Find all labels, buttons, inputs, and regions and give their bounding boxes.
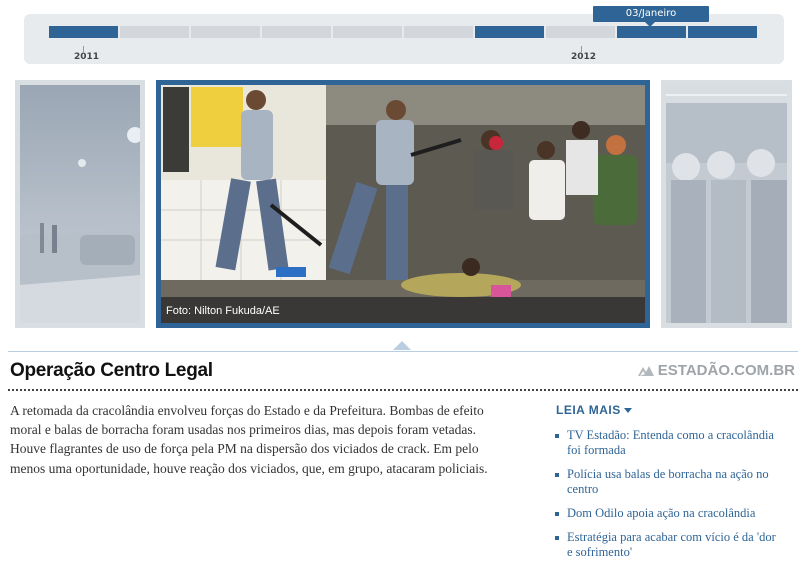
leia-mais-heading[interactable]: LEIA MAIS	[556, 403, 632, 417]
timeline-segment[interactable]	[333, 26, 402, 38]
bullet-icon	[555, 512, 559, 516]
timeline-year-2011: 2011	[74, 52, 100, 62]
brand-logo[interactable]: ESTADÃO.COM.BR	[637, 362, 795, 379]
bullet-icon	[555, 536, 559, 540]
related-link-text[interactable]: Polícia usa balas de borracha na ação no…	[567, 467, 769, 496]
related-link[interactable]: Estratégia para acabar com vício é da 'd…	[555, 530, 780, 560]
timeline-track[interactable]	[49, 26, 757, 38]
caption-bar: Foto: Nilton Fukuda/AE	[161, 297, 645, 323]
police-crowd-image	[161, 85, 645, 323]
night-street-image	[20, 85, 140, 323]
related-links: TV Estadão: Entenda como a cracolândia f…	[555, 428, 780, 569]
related-link[interactable]: TV Estadão: Entenda como a cracolândia f…	[555, 428, 780, 458]
related-link[interactable]: Dom Odilo apoia ação na cracolândia	[555, 506, 780, 521]
timeline-segment[interactable]	[617, 26, 686, 38]
timeline-segment[interactable]	[120, 26, 189, 38]
selected-photo-pointer	[393, 341, 411, 350]
photo-credit: Foto: Nilton Fukuda/AE	[166, 305, 280, 317]
article-body: A retomada da cracolândia envolveu força…	[10, 403, 488, 476]
brand-text: ESTADÃO.COM.BR	[657, 362, 795, 379]
related-link[interactable]: Polícia usa balas de borracha na ação no…	[555, 467, 780, 497]
caret-down-icon	[623, 408, 632, 414]
main-photo[interactable]: Foto: Nilton Fukuda/AE	[156, 80, 650, 328]
article-title: Operação Centro Legal	[10, 360, 213, 381]
estadao-logo-icon	[637, 365, 654, 376]
previous-photo-thumbnail[interactable]	[15, 80, 145, 328]
timeline: 2011 2012 03/Janeiro	[24, 6, 784, 64]
related-link-text[interactable]: Estratégia para acabar com vício é da 'd…	[567, 530, 776, 559]
bullet-icon	[555, 434, 559, 438]
related-link-text[interactable]: TV Estadão: Entenda como a cracolândia f…	[567, 428, 774, 457]
next-photo-thumbnail[interactable]	[661, 80, 792, 328]
leia-mais-label: LEIA MAIS	[556, 403, 621, 417]
timeline-segment[interactable]	[49, 26, 118, 38]
header-divider	[8, 351, 798, 352]
timeline-segment[interactable]	[262, 26, 331, 38]
timeline-segment[interactable]	[475, 26, 544, 38]
timeline-segment[interactable]	[688, 26, 757, 38]
timeline-segment[interactable]	[546, 26, 615, 38]
timeline-segment[interactable]	[404, 26, 473, 38]
related-link-text[interactable]: Dom Odilo apoia ação na cracolândia	[567, 506, 755, 520]
timeline-year-2012: 2012	[571, 52, 597, 62]
bullet-icon	[555, 473, 559, 477]
dotted-divider	[8, 389, 798, 391]
timeline-segment[interactable]	[191, 26, 260, 38]
riot-police-image	[666, 85, 787, 323]
timeline-date-bubble: 03/Janeiro	[593, 6, 709, 27]
